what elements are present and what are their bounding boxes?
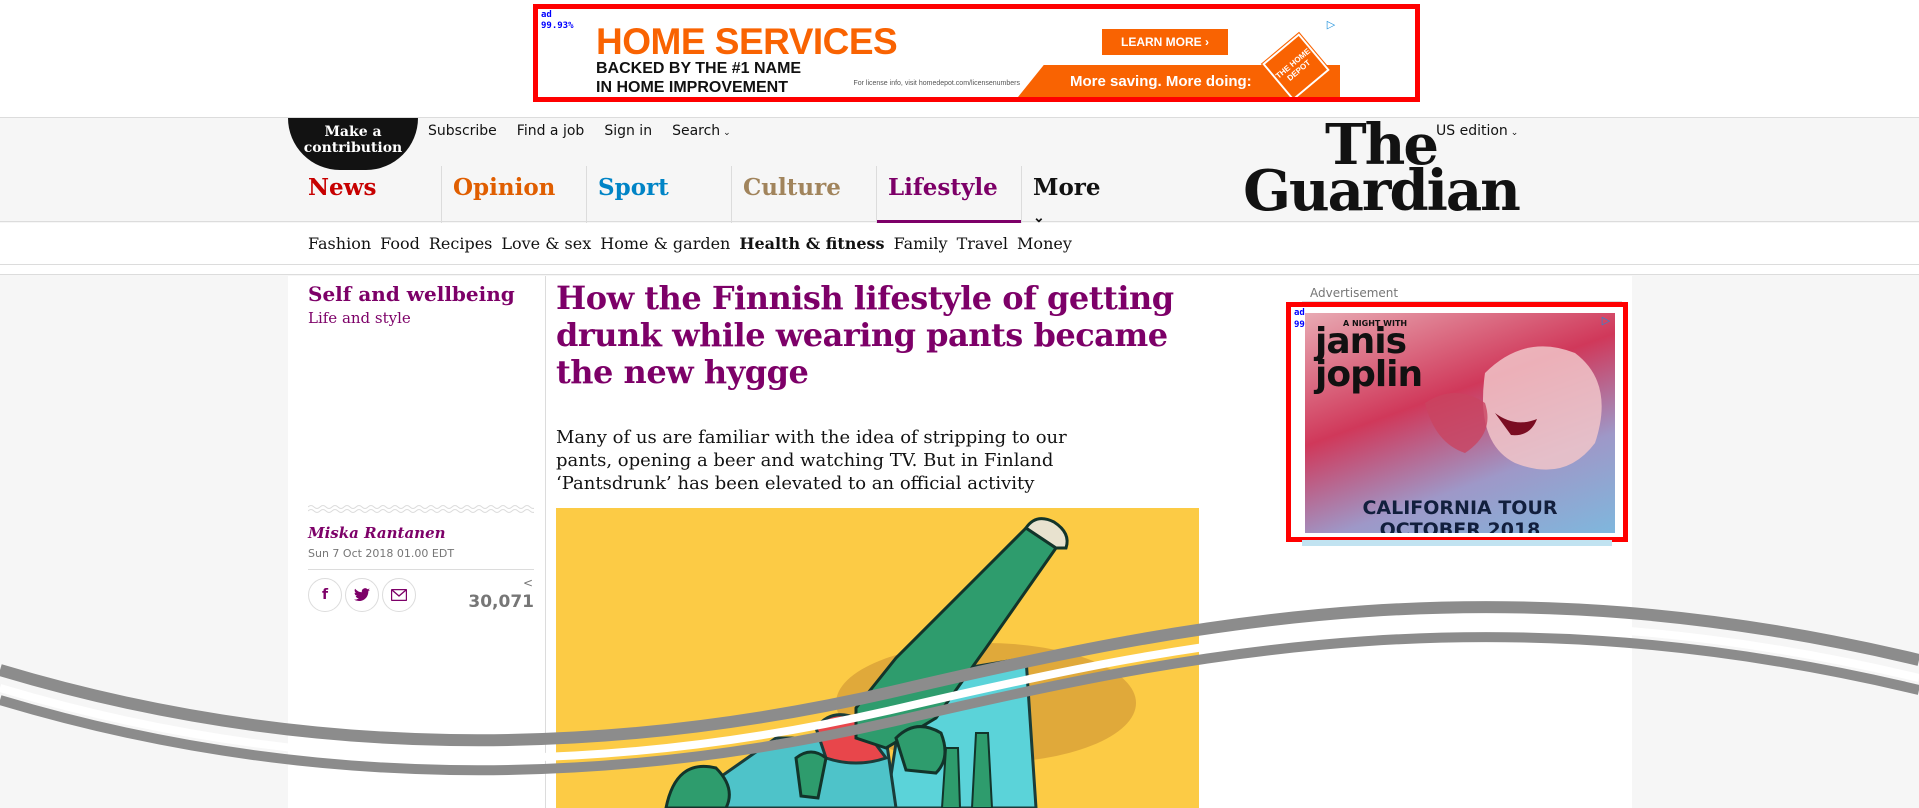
subnav-family[interactable]: Family [894,234,948,253]
chevron-down-icon: ⌄ [723,128,731,138]
pillar-more[interactable]: More ⌄ [1021,166,1131,226]
pillar-news[interactable]: News [296,166,441,223]
search-link[interactable]: Search ⌄ [672,123,731,139]
ad-tour-line-2: OCTOBER 2018 [1379,519,1541,533]
subnav-health-fitness[interactable]: Health & fitness [739,234,884,253]
sign-in-link[interactable]: Sign in [604,123,652,139]
search-label: Search [672,123,721,139]
hero-image [556,508,1199,808]
subnav-divider [0,265,1919,275]
subscribe-link[interactable]: Subscribe [428,123,497,139]
ad-subline-2: IN HOME IMPROVEMENT [596,79,789,96]
article-headline: How the Finnish lifestyle of getting dru… [556,279,1174,391]
subnav: Fashion Food Recipes Love & sex Home & g… [0,223,1919,265]
find-a-job-link[interactable]: Find a job [517,123,585,139]
article-meta-column: Self and wellbeing Life and style Miska … [288,276,546,808]
ad-tagline: More saving. More doing: [1070,73,1252,90]
logo-line-2: Guardian [1243,158,1521,224]
adchoices-icon[interactable]: ▷ [1599,315,1613,327]
ad-marker: ad [1294,308,1305,318]
subnav-travel[interactable]: Travel [957,234,1008,253]
advertisement-label: Advertisement [1302,284,1622,302]
ad-headline: HOME SERVICES [596,21,898,62]
singer-illustration [1425,346,1602,470]
subnav-fashion[interactable]: Fashion [308,234,371,253]
article-standfirst: Many of us are familiar with the idea of… [556,427,1067,494]
ad-tour-text: CALIFORNIA TOUR OCTOBER 2018 [1305,497,1615,533]
guardian-logo[interactable]: The Guardian [1226,117,1536,224]
side-ad-highlight-box: ad 99.96% A NIGHT WITH janis joplin CALI… [1286,302,1628,542]
ad-subline: BACKED BY THE #1 NAME IN HOME IMPROVEMEN… [596,59,836,97]
subnav-love-sex[interactable]: Love & sex [501,234,591,253]
pillar-lifestyle[interactable]: Lifestyle [876,166,1021,224]
pillar-nav: News Opinion Sport Culture Lifestyle Mor… [296,166,1131,226]
pillar-opinion[interactable]: Opinion [441,166,586,223]
janis-joplin-ad[interactable]: A NIGHT WITH janis joplin CALIFORNIA TOU… [1305,313,1615,533]
pillar-sport[interactable]: Sport [586,166,731,223]
more-label: More [1033,174,1101,201]
subsection-link[interactable]: Life and style [308,309,411,327]
meta-divider [308,569,534,570]
share-count: 30,071 [468,592,534,612]
twitter-icon[interactable] [345,578,379,612]
beer-bottle-illustration [664,517,1136,808]
facebook-icon[interactable]: f [308,578,342,612]
top-ad-highlight-box: ad 99.93% HOME SERVICES BACKED BY THE #1… [533,4,1420,102]
ad-artist-name: janis joplin [1315,324,1423,395]
adchoices-icon[interactable]: ▷ [1324,19,1338,31]
ad-score: 99.93% [541,21,574,31]
ad-tour-line-1: CALIFORNIA TOUR [1362,497,1558,519]
publish-date: Sun 7 Oct 2018 01.00 EDT [308,547,455,560]
ad-artist-line-2: joplin [1315,354,1423,395]
header-links: Subscribe Find a job Sign in Search ⌄ [428,123,731,139]
email-icon[interactable] [382,578,416,612]
subnav-money[interactable]: Money [1017,234,1072,253]
side-ad-base [1302,540,1612,546]
share-icon: < [523,576,534,590]
subnav-food[interactable]: Food [380,234,420,253]
pillar-culture[interactable]: Culture [731,166,876,223]
subnav-recipes[interactable]: Recipes [429,234,493,253]
subnav-home-garden[interactable]: Home & garden [600,234,730,253]
learn-more-button[interactable]: LEARN MORE › [1102,29,1228,55]
author-link[interactable]: Miska Rantanen [308,524,446,542]
ad-license-text: For license info, visit homedepot.com/li… [853,80,1020,87]
home-depot-banner-ad[interactable]: HOME SERVICES BACKED BY THE #1 NAME IN H… [586,17,1340,97]
ad-subline-1: BACKED BY THE #1 NAME [596,60,802,77]
ad-marker: ad [541,10,552,20]
section-link[interactable]: Self and wellbeing [308,282,515,306]
squiggle-divider [308,505,534,513]
